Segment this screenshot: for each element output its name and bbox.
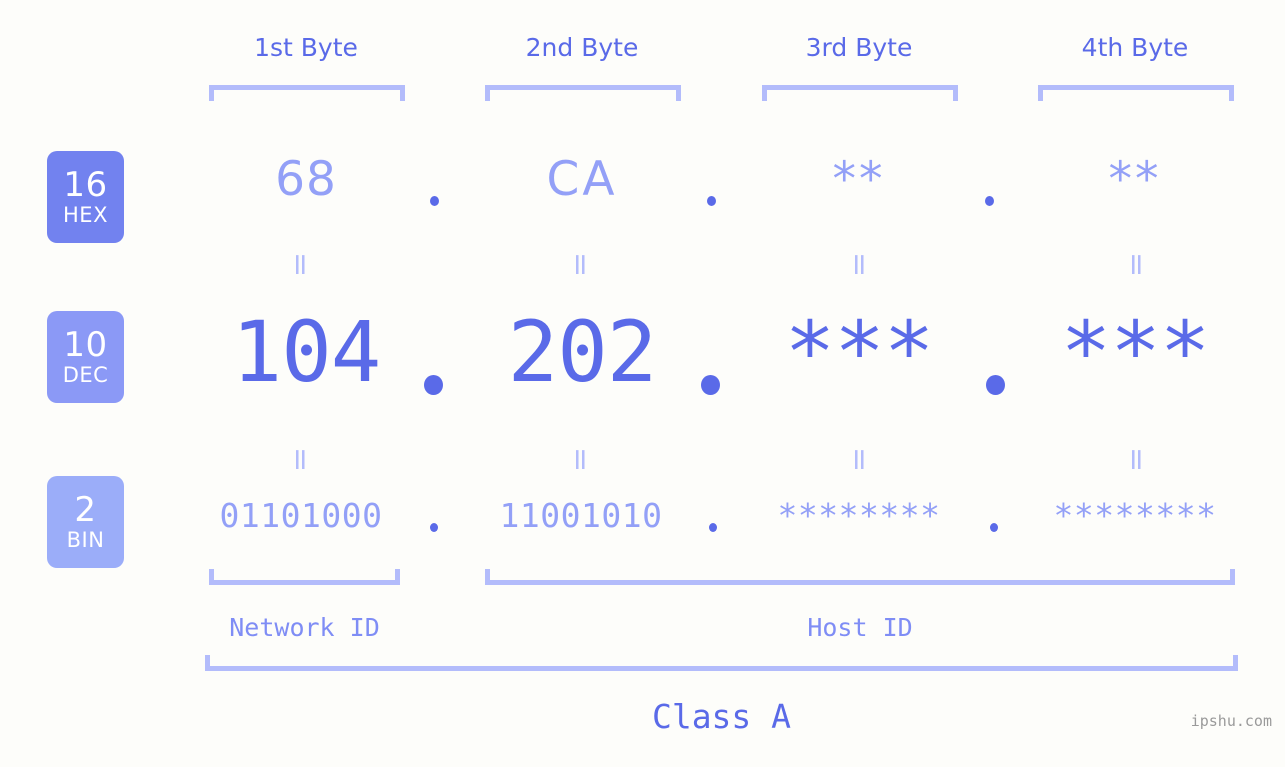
dec-separator-dot-1	[424, 375, 443, 395]
dec-byte-2: 202	[507, 303, 658, 401]
equals-mark-dec-bin-1: =	[283, 447, 318, 473]
byte-header-2: 2nd Byte	[525, 33, 639, 62]
host-id-bracket	[485, 569, 1235, 585]
hex-separator-dot-2	[707, 196, 716, 206]
dec-byte-3: ***	[784, 303, 935, 401]
bin-byte-2: 11001010	[499, 496, 663, 535]
hex-separator-dot-3	[985, 196, 994, 206]
class-bracket	[205, 655, 1238, 671]
dec-byte-1: 104	[231, 303, 382, 401]
byte-bracket-4	[1038, 85, 1234, 101]
equals-mark-dec-bin-3: =	[842, 447, 877, 473]
base-badge-hex-number: 16	[63, 165, 108, 205]
equals-mark-dec-bin-4: =	[1119, 447, 1154, 473]
base-badge-bin: 2 BIN	[47, 476, 124, 568]
equals-mark-hex-dec-3: =	[842, 252, 877, 278]
equals-mark-hex-dec-1: =	[283, 252, 318, 278]
equals-mark-dec-bin-2: =	[563, 447, 598, 473]
hex-separator-dot-1	[430, 196, 439, 206]
byte-header-1: 1st Byte	[254, 33, 358, 62]
base-badge-bin-number: 2	[74, 490, 97, 530]
dec-separator-dot-3	[986, 375, 1005, 395]
byte-bracket-2	[485, 85, 681, 101]
host-id-label: Host ID	[807, 613, 913, 642]
base-badge-dec-number: 10	[63, 325, 108, 365]
site-watermark: ipshu.com	[1190, 712, 1272, 730]
bin-byte-1: 01101000	[219, 496, 383, 535]
network-id-label: Network ID	[229, 613, 380, 642]
hex-byte-4: **	[1108, 152, 1162, 207]
dec-separator-dot-2	[701, 375, 720, 395]
hex-byte-3: **	[832, 152, 886, 207]
bin-byte-3: ********	[777, 496, 941, 535]
base-badge-dec: 10 DEC	[47, 311, 124, 403]
network-id-bracket	[209, 569, 400, 585]
byte-header-4: 4th Byte	[1081, 33, 1189, 62]
byte-header-3: 3rd Byte	[805, 33, 913, 62]
bin-byte-4: ********	[1053, 496, 1217, 535]
base-badge-bin-name: BIN	[66, 528, 105, 552]
ip-address-breakdown-diagram: 1st Byte 2nd Byte 3rd Byte 4th Byte 16 H…	[0, 0, 1285, 767]
hex-byte-1: 68	[275, 152, 337, 207]
equals-mark-hex-dec-4: =	[1119, 252, 1154, 278]
bin-separator-dot-1	[430, 523, 438, 532]
bin-separator-dot-3	[990, 523, 998, 532]
base-badge-hex: 16 HEX	[47, 151, 124, 243]
base-badge-dec-name: DEC	[62, 363, 109, 387]
byte-bracket-1	[209, 85, 405, 101]
bin-separator-dot-2	[709, 523, 717, 532]
byte-bracket-3	[762, 85, 958, 101]
class-label: Class A	[651, 697, 792, 736]
equals-mark-hex-dec-2: =	[563, 252, 598, 278]
dec-byte-4: ***	[1060, 303, 1211, 401]
hex-byte-2: CA	[546, 152, 618, 207]
base-badge-hex-name: HEX	[63, 203, 108, 227]
